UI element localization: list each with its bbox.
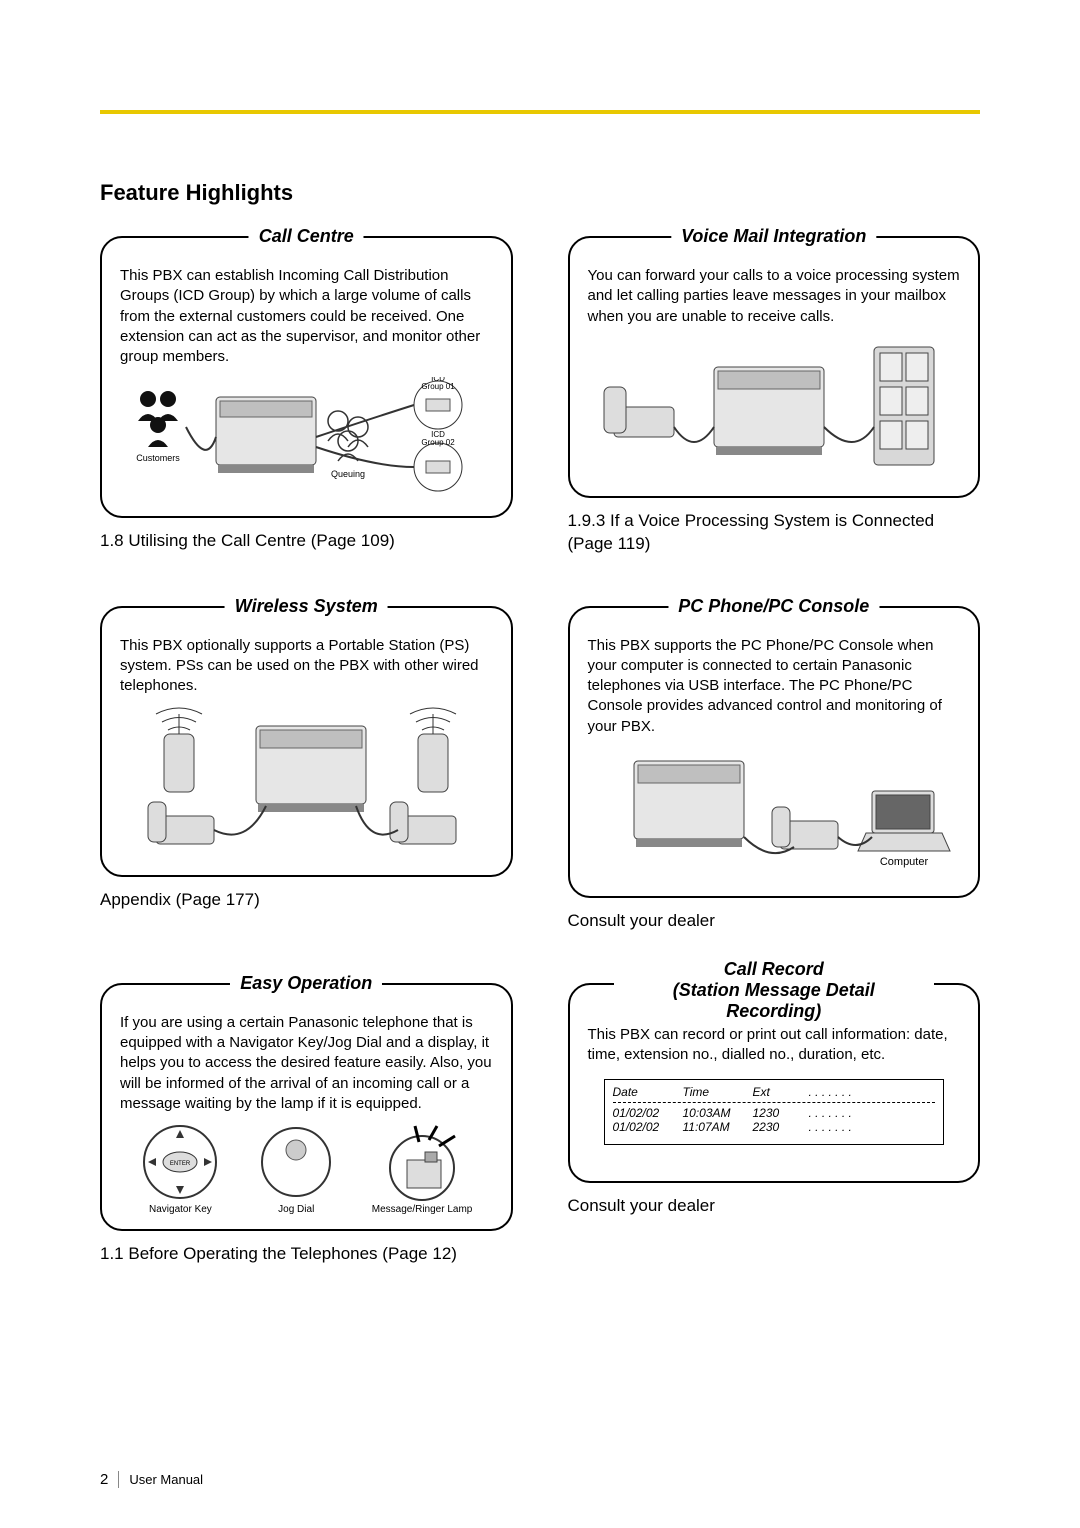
card-text: You can forward your calls to a voice pr…	[588, 266, 961, 327]
table-row: 01/02/02 10:03AM 1230 . . . . . . .	[613, 1106, 936, 1120]
card-title: Easy Operation	[230, 973, 382, 994]
footer-label: User Manual	[129, 1472, 203, 1487]
navigator-key-icon: ENTER	[135, 1122, 225, 1202]
label-computer: Computer	[880, 856, 929, 868]
features-grid: Call Centre This PBX can establish Incom…	[100, 236, 980, 1266]
card-title: Call Record (Station Message Detail Reco…	[614, 959, 934, 1022]
th-ext: Ext	[753, 1085, 801, 1099]
card-title: Wireless System	[225, 596, 388, 617]
card-title: PC Phone/PC Console	[668, 596, 879, 617]
svg-text:Group 02: Group 02	[422, 438, 456, 447]
card-caption: 1.8 Utilising the Call Centre (Page 109)	[100, 530, 513, 553]
svg-text:ENTER: ENTER	[170, 1161, 191, 1167]
easy-operation-illustration: ENTER Navigator Key Jog D	[120, 1122, 493, 1215]
page-number: 2	[100, 1471, 119, 1488]
th-time: Time	[683, 1085, 745, 1099]
label-queuing: Queuing	[331, 469, 365, 479]
wireless-illustration	[120, 706, 493, 861]
card-caption: Consult your dealer	[568, 1195, 981, 1218]
feature-call-centre: Call Centre This PBX can establish Incom…	[100, 236, 513, 556]
card-text: This PBX supports the PC Phone/PC Consol…	[588, 636, 961, 737]
card-text: This PBX can establish Incoming Call Dis…	[120, 266, 493, 367]
card-title: Call Centre	[249, 226, 364, 247]
pc-console-illustration: Computer	[588, 747, 961, 882]
feature-voice-mail: Voice Mail Integration You can forward y…	[568, 236, 981, 556]
label-customers: Customers	[136, 453, 180, 463]
feature-easy-operation: Easy Operation If you are using a certai…	[100, 983, 513, 1266]
card-title: Voice Mail Integration	[671, 226, 876, 247]
message-lamp-icon	[367, 1122, 477, 1202]
card-caption: Consult your dealer	[568, 910, 981, 933]
content-area: Feature Highlights Call Centre This PBX …	[100, 180, 980, 1266]
card-text: This PBX optionally supports a Portable …	[120, 636, 493, 697]
call-record-table: Date Time Ext . . . . . . . 01/02/02 10:…	[604, 1079, 945, 1145]
card-text: This PBX can record or print out call in…	[588, 1025, 961, 1066]
page-title: Feature Highlights	[100, 180, 980, 206]
table-row: 01/02/02 11:07AM 2230 . . . . . . .	[613, 1120, 936, 1134]
th-date: Date	[613, 1085, 675, 1099]
page-footer: 2 User Manual	[100, 1471, 203, 1488]
card-caption: Appendix (Page 177)	[100, 889, 513, 912]
svg-text:Group 01: Group 01	[422, 382, 456, 391]
feature-call-record: Call Record (Station Message Detail Reco…	[568, 983, 981, 1266]
card-caption: 1.1 Before Operating the Telephones (Pag…	[100, 1243, 513, 1266]
card-caption: 1.9.3 If a Voice Processing System is Co…	[568, 510, 981, 556]
label-navigator-key: Navigator Key	[149, 1204, 212, 1215]
voice-mail-illustration	[588, 337, 961, 482]
card-text: If you are using a certain Panasonic tel…	[120, 1013, 493, 1114]
label-jog-dial: Jog Dial	[278, 1204, 314, 1215]
top-accent-bar	[100, 110, 980, 114]
label-message-lamp: Message/Ringer Lamp	[372, 1204, 473, 1215]
feature-wireless: Wireless System This PBX optionally supp…	[100, 606, 513, 933]
call-centre-illustration: Customers Queuing	[120, 377, 493, 502]
jog-dial-icon	[256, 1122, 336, 1202]
th-more: . . . . . . .	[809, 1085, 852, 1099]
feature-pc-console: PC Phone/PC Console This PBX supports th…	[568, 606, 981, 933]
